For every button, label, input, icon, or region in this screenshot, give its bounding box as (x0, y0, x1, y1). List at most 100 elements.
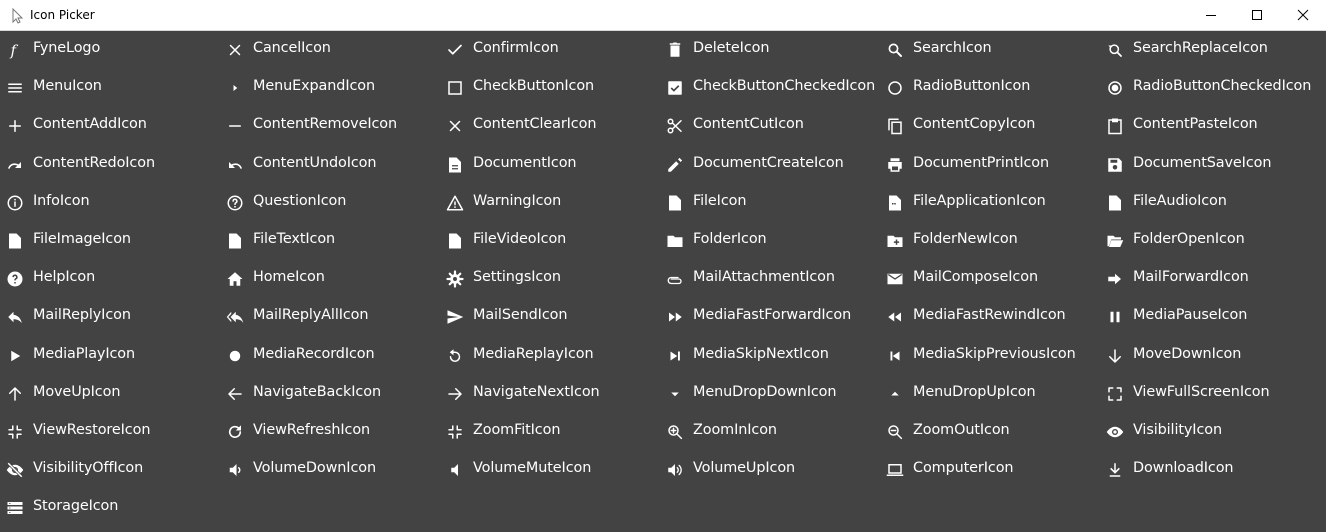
check-button-checked-icon (666, 79, 684, 97)
menu-expand-icon (226, 79, 244, 97)
volume-down-icon (226, 461, 244, 479)
icon-grid-item: DocumentPrintIcon (880, 146, 1100, 184)
icon-grid-item: FolderIcon (660, 222, 880, 260)
icon-label: MenuDropDownIcon (693, 383, 837, 400)
view-restore-icon (6, 423, 24, 441)
icon-label: MailSendIcon (473, 307, 568, 324)
media-record-icon (226, 347, 244, 365)
icon-grid-item: VisibilityOffIcon (0, 451, 220, 489)
media-fast-forward-icon (666, 308, 684, 326)
minimize-button[interactable] (1188, 0, 1234, 31)
icon-grid-item: ZoomOutIcon (880, 413, 1100, 451)
icon-grid-item: MoveDownIcon (1100, 337, 1320, 375)
computer-icon (886, 461, 904, 479)
icon-label: HomeIcon (253, 269, 325, 286)
icon-label: VolumeMuteIcon (473, 460, 592, 477)
icon-label: InfoIcon (33, 192, 90, 209)
icon-grid-item: ViewRefreshIcon (220, 413, 440, 451)
icon-grid-item: QuestionIcon (220, 184, 440, 222)
document-save-icon (1106, 156, 1124, 174)
icon-label: ZoomOutIcon (913, 421, 1010, 438)
storage-icon (6, 499, 24, 517)
media-pause-icon (1106, 308, 1124, 326)
icon-grid-item: DocumentSaveIcon (1100, 146, 1320, 184)
menu-icon (6, 79, 24, 97)
icon-grid-item: MenuDropDownIcon (660, 375, 880, 413)
icon-label: VisibilityIcon (1133, 421, 1222, 438)
icon-label: MailReplyIcon (33, 307, 131, 324)
icon-grid-item: MailForwardIcon (1100, 260, 1320, 298)
media-replay-icon (446, 347, 464, 365)
icon-label: MailForwardIcon (1133, 269, 1249, 286)
file-audio-icon (1106, 194, 1124, 212)
content-remove-icon (226, 117, 244, 135)
icon-grid-item: ContentAddIcon (0, 107, 220, 145)
icon-label: DocumentIcon (473, 154, 577, 171)
document-print-icon (886, 156, 904, 174)
icon-grid-item: MediaPauseIcon (1100, 298, 1320, 336)
icon-grid-item: ContentClearIcon (440, 107, 660, 145)
icon-grid-item: ZoomInIcon (660, 413, 880, 451)
title-bar[interactable]: Icon Picker (0, 0, 1326, 31)
icon-label: ContentUndoIcon (253, 154, 377, 171)
minimize-icon (1206, 15, 1216, 16)
maximize-button[interactable] (1234, 0, 1280, 31)
icon-grid-item: RadioButtonIcon (880, 69, 1100, 107)
icon-label: MailAttachmentIcon (693, 269, 835, 286)
icon-label: MenuDropUpIcon (913, 383, 1036, 400)
icon-grid-item: ContentPasteIcon (1100, 107, 1320, 145)
navigate-next-icon (446, 385, 464, 403)
icon-label: DocumentPrintIcon (913, 154, 1050, 171)
content-redo-icon (6, 156, 24, 174)
icon-grid-item: NavigateBackIcon (220, 375, 440, 413)
folder-icon (666, 232, 684, 250)
icon-label: ZoomInIcon (693, 421, 777, 438)
icon-grid-item: MediaFastRewindIcon (880, 298, 1100, 336)
icon-grid-item: CheckButtonIcon (440, 69, 660, 107)
zoom-in-icon (666, 423, 684, 441)
settings-icon (446, 270, 464, 288)
search-icon (886, 41, 904, 59)
icon-grid-item: InfoIcon (0, 184, 220, 222)
icon-label: MailComposeIcon (913, 269, 1038, 286)
icon-grid-item: DownloadIcon (1100, 451, 1320, 489)
icon-label: MediaSkipNextIcon (693, 345, 829, 362)
icon-label: MediaFastForwardIcon (693, 307, 852, 324)
info-icon (6, 194, 24, 212)
mail-attachment-icon (666, 270, 684, 288)
icon-label: HelpIcon (33, 269, 96, 286)
app-icon (12, 8, 24, 24)
icon-grid-item: FileIcon (660, 184, 880, 222)
icon-label: RadioButtonCheckedIcon (1133, 78, 1312, 95)
icon-label: MediaFastRewindIcon (913, 307, 1066, 324)
media-skip-next-icon (666, 347, 684, 365)
icon-grid-item: VisibilityIcon (1100, 413, 1320, 451)
warning-icon (446, 194, 464, 212)
icon-grid-item: MailComposeIcon (880, 260, 1100, 298)
icon-grid-item: HelpIcon (0, 260, 220, 298)
search-replace-icon (1106, 41, 1124, 59)
icon-grid-item: MediaReplayIcon (440, 337, 660, 375)
icon-grid-item: f FyneLogo (0, 31, 220, 69)
visibility-icon (1106, 423, 1124, 441)
icon-label: FileApplicationIcon (913, 192, 1046, 209)
icon-grid-item: ContentRemoveIcon (220, 107, 440, 145)
icon-label: ContentCopyIcon (913, 116, 1036, 133)
mail-reply-all-icon (226, 308, 244, 326)
close-button[interactable] (1280, 0, 1326, 31)
icon-label: FileImageIcon (33, 230, 131, 247)
folder-open-icon (1106, 232, 1124, 250)
icon-label: SearchIcon (913, 40, 992, 56)
close-icon (1297, 9, 1309, 21)
delete-icon (666, 41, 684, 59)
document-icon (446, 156, 464, 174)
icon-label: SettingsIcon (473, 269, 561, 286)
icon-grid-item: DocumentCreateIcon (660, 146, 880, 184)
icon-label: FolderIcon (693, 230, 767, 247)
icon-grid-item: MailAttachmentIcon (660, 260, 880, 298)
download-icon (1106, 461, 1124, 479)
content-clear-icon (446, 117, 464, 135)
icon-grid-item: MediaRecordIcon (220, 337, 440, 375)
icon-label: DeleteIcon (693, 40, 770, 56)
icon-grid-item: MenuIcon (0, 69, 220, 107)
